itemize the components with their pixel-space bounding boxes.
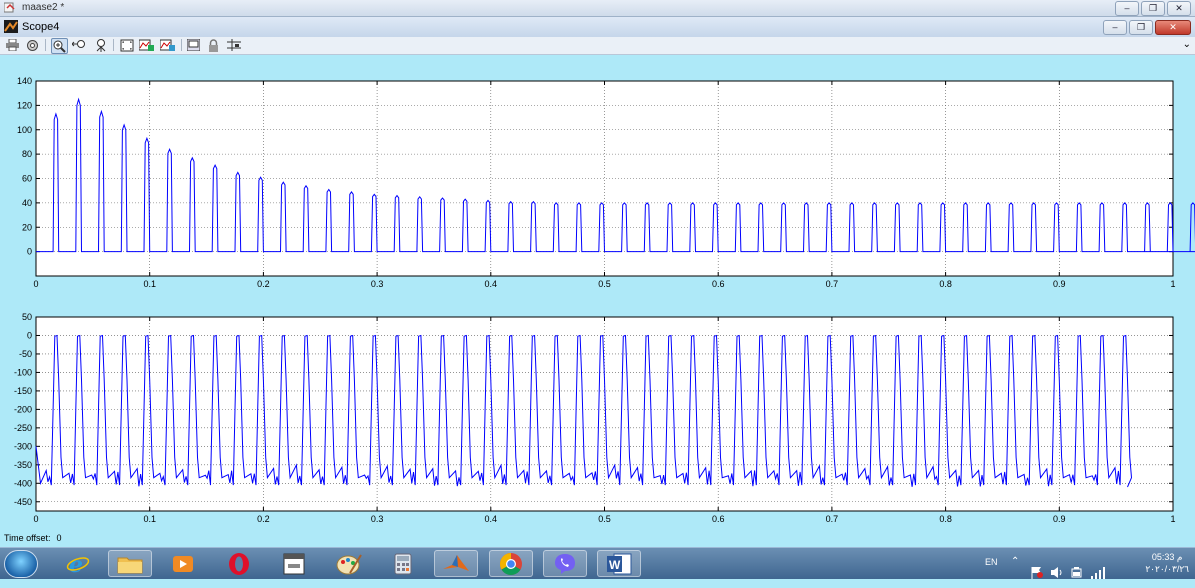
internet-explorer-icon[interactable]: e <box>56 550 100 577</box>
folder-icon[interactable] <box>108 550 152 577</box>
background-window-titlebar: maase2 * – ❐ ✕ <box>0 0 1195 17</box>
time-offset-value: 0 <box>56 533 62 543</box>
zoom-in-icon[interactable] <box>51 38 68 54</box>
axes-bottom: 0 0.1 0.2 0.3 0.4 0.5 0.6 0.7 0.8 0.9 1 50 0 -50 -100 -… <box>14 312 1176 524</box>
clock-time: 05:33 م <box>1151 552 1183 562</box>
windows-taskbar: e W EN ⌃ 05:33 م ٢٠٢٠/٠٣/٢٦ <box>0 547 1195 579</box>
x-tick-label: 0.7 <box>826 514 839 524</box>
paint-palette-icon[interactable] <box>327 550 371 577</box>
scope-restore-button[interactable]: ❐ <box>1129 20 1153 35</box>
restore-axes-icon[interactable] <box>160 38 175 52</box>
scope-window-title: Scope4 <box>22 21 60 33</box>
x-tick-label: 0.1 <box>143 514 156 524</box>
zoom-x-icon[interactable] <box>72 38 87 52</box>
time-offset-status: Time offset: 0 <box>4 533 68 543</box>
svg-text:W: W <box>609 558 621 572</box>
scope-toolbar: ⌄ <box>0 37 1195 55</box>
show-hidden-icons-icon[interactable]: ⌃ <box>1011 556 1019 587</box>
y-tick-label: -50 <box>19 349 32 359</box>
y-tick-label: 40 <box>22 198 32 208</box>
x-tick-label: 0.6 <box>712 279 725 289</box>
x-tick-label: 0.6 <box>712 514 725 524</box>
zoom-y-icon[interactable] <box>93 38 108 52</box>
flag-icon[interactable] <box>1030 557 1044 588</box>
word-icon[interactable]: W <box>597 550 641 577</box>
x-tick-label: 0.4 <box>485 279 498 289</box>
y-tick-label: 20 <box>22 222 32 232</box>
y-tick-label: 80 <box>22 149 32 159</box>
y-tick-label: -450 <box>14 497 32 507</box>
autoscale-icon[interactable] <box>119 38 134 52</box>
y-tick-label: 0 <box>27 247 32 257</box>
simulink-model-icon <box>4 2 15 13</box>
y-tick-label: 50 <box>22 312 32 322</box>
language-indicator[interactable]: EN <box>985 557 998 588</box>
y-tick-label: 60 <box>22 174 32 184</box>
time-offset-label: Time offset: <box>4 533 51 543</box>
chrome-icon[interactable] <box>489 550 533 577</box>
x-tick-label: 0 <box>33 514 38 524</box>
network-signal-icon[interactable] <box>1090 557 1106 588</box>
y-tick-label: -200 <box>14 404 32 414</box>
x-tick-label: 0.9 <box>1053 514 1066 524</box>
x-tick-label: 0.4 <box>485 514 498 524</box>
scope-window-titlebar: Scope4 – ❐ ✕ <box>0 17 1195 38</box>
y-tick-label: -250 <box>14 423 32 433</box>
calculator-icon[interactable] <box>381 550 425 577</box>
x-tick-label: 0.2 <box>257 514 270 524</box>
printer-icon[interactable] <box>5 38 20 52</box>
scope-minimize-button[interactable]: – <box>1103 20 1127 35</box>
x-tick-label: 0.9 <box>1053 279 1066 289</box>
x-tick-label: 0.5 <box>598 514 611 524</box>
y-tick-label: 100 <box>17 125 32 135</box>
matlab-taskbar-icon[interactable] <box>434 550 478 577</box>
chevron-down-icon[interactable]: ⌄ <box>1183 39 1191 50</box>
clock-date: ٢٠٢٠/٠٣/٢٦ <box>1145 564 1189 574</box>
volume-icon[interactable] <box>1050 557 1064 588</box>
x-tick-label: 0.5 <box>598 279 611 289</box>
x-tick-label: 0.8 <box>939 279 952 289</box>
signal-selector-icon[interactable] <box>226 38 241 52</box>
floating-scope-icon[interactable] <box>186 38 201 52</box>
x-tick-label: 0.3 <box>371 514 384 524</box>
minimize-button[interactable]: – <box>1115 1 1139 16</box>
x-tick-label: 0 <box>33 279 38 289</box>
parameters-icon[interactable] <box>25 38 40 52</box>
power-icon[interactable] <box>1070 557 1083 588</box>
scope-axes[interactable]: 0 0.1 0.2 0.3 0.4 0.5 0.6 0.7 0.8 0.9 102040608010… <box>0 55 1195 532</box>
y-tick-label: -350 <box>14 460 32 470</box>
x-tick-label: 0.3 <box>371 279 384 289</box>
x-tick-label: 1 <box>1170 279 1175 289</box>
x-tick-label: 0.7 <box>826 279 839 289</box>
x-tick-label: 0.1 <box>143 279 156 289</box>
close-button[interactable]: ✕ <box>1167 1 1191 16</box>
axes-top: 0 0.1 0.2 0.3 0.4 0.5 0.6 0.7 0.8 0.9 1 0 20 40 60 80 10… <box>17 76 1195 289</box>
opera-icon[interactable] <box>217 550 261 577</box>
viber-icon[interactable] <box>543 550 587 577</box>
y-tick-label: -100 <box>14 367 32 377</box>
lock-icon[interactable] <box>206 38 221 52</box>
y-tick-label: 120 <box>17 100 32 110</box>
save-axes-icon[interactable] <box>139 38 154 52</box>
matlab-icon <box>4 20 18 33</box>
y-tick-label: 140 <box>17 76 32 86</box>
background-window-title: maase2 * <box>22 2 65 13</box>
svg-text:e: e <box>69 553 83 575</box>
window-app-icon[interactable] <box>272 550 316 577</box>
restore-button[interactable]: ❐ <box>1141 1 1165 16</box>
y-tick-label: -150 <box>14 386 32 396</box>
scope-close-button[interactable]: ✕ <box>1155 20 1191 35</box>
x-tick-label: 0.8 <box>939 514 952 524</box>
y-tick-label: -300 <box>14 441 32 451</box>
scope-plot-area: 0 0.1 0.2 0.3 0.4 0.5 0.6 0.7 0.8 0.9 1 0 20 40 60 80 10… <box>0 55 1195 532</box>
x-tick-label: 0.2 <box>257 279 270 289</box>
taskbar-clock[interactable]: 05:33 م ٢٠٢٠/٠٣/٢٦ <box>1145 551 1189 575</box>
x-tick-label: 1 <box>1170 514 1175 524</box>
media-player-icon[interactable] <box>162 550 206 577</box>
y-tick-label: -400 <box>14 478 32 488</box>
start-button[interactable] <box>4 550 38 578</box>
y-tick-label: 0 <box>27 330 32 340</box>
